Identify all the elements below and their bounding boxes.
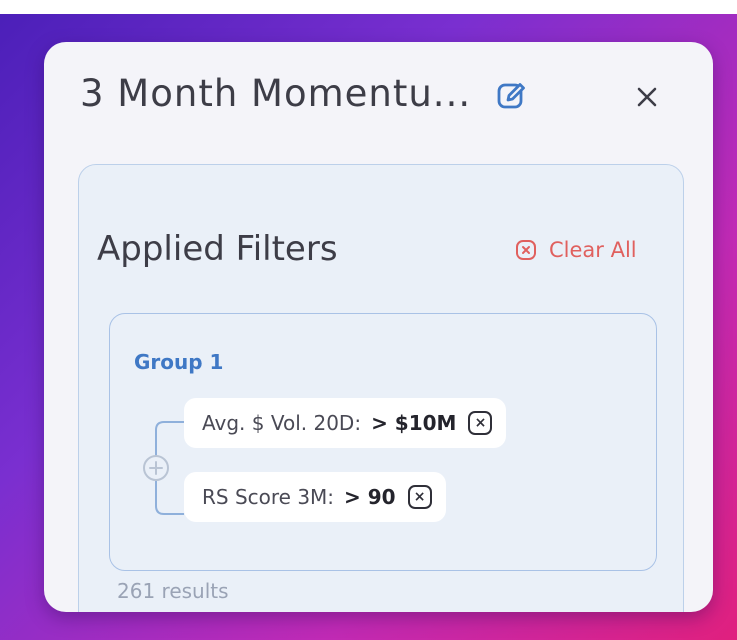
filter-group: Group 1 Avg. $ Vol. 20D: > $10M × RS Sco…	[109, 313, 657, 571]
filter-chip[interactable]: Avg. $ Vol. 20D: > $10M ×	[184, 398, 507, 448]
clear-all-button[interactable]: Clear All	[515, 237, 637, 263]
panel-title: 3 Month Momentu...	[80, 72, 472, 115]
filter-value: > $10M	[371, 411, 457, 435]
filter-label: RS Score 3M:	[202, 485, 335, 509]
group-title: Group 1	[134, 350, 224, 374]
remove-filter-icon[interactable]: ×	[468, 411, 493, 435]
group-connector	[143, 421, 184, 515]
filter-chip[interactable]: RS Score 3M: > 90 ×	[184, 472, 446, 522]
top-edge	[0, 0, 737, 14]
clear-circle-x-icon	[516, 240, 536, 260]
applied-filters-section: Applied Filters Clear All Group 1 Avg. $…	[78, 164, 684, 612]
remove-filter-icon[interactable]: ×	[407, 485, 432, 509]
filter-label: Avg. $ Vol. 20D:	[202, 411, 362, 435]
applied-filters-heading: Applied Filters	[97, 229, 338, 269]
plus-circle-icon[interactable]	[143, 455, 169, 481]
close-icon[interactable]	[632, 82, 662, 112]
results-count: 261 results	[117, 579, 229, 603]
filter-panel: 3 Month Momentu... Applied Filters Clear…	[44, 42, 713, 612]
edit-pencil-icon[interactable]	[496, 80, 528, 112]
filter-value: > 90	[344, 485, 396, 509]
clear-all-label: Clear All	[549, 238, 637, 262]
